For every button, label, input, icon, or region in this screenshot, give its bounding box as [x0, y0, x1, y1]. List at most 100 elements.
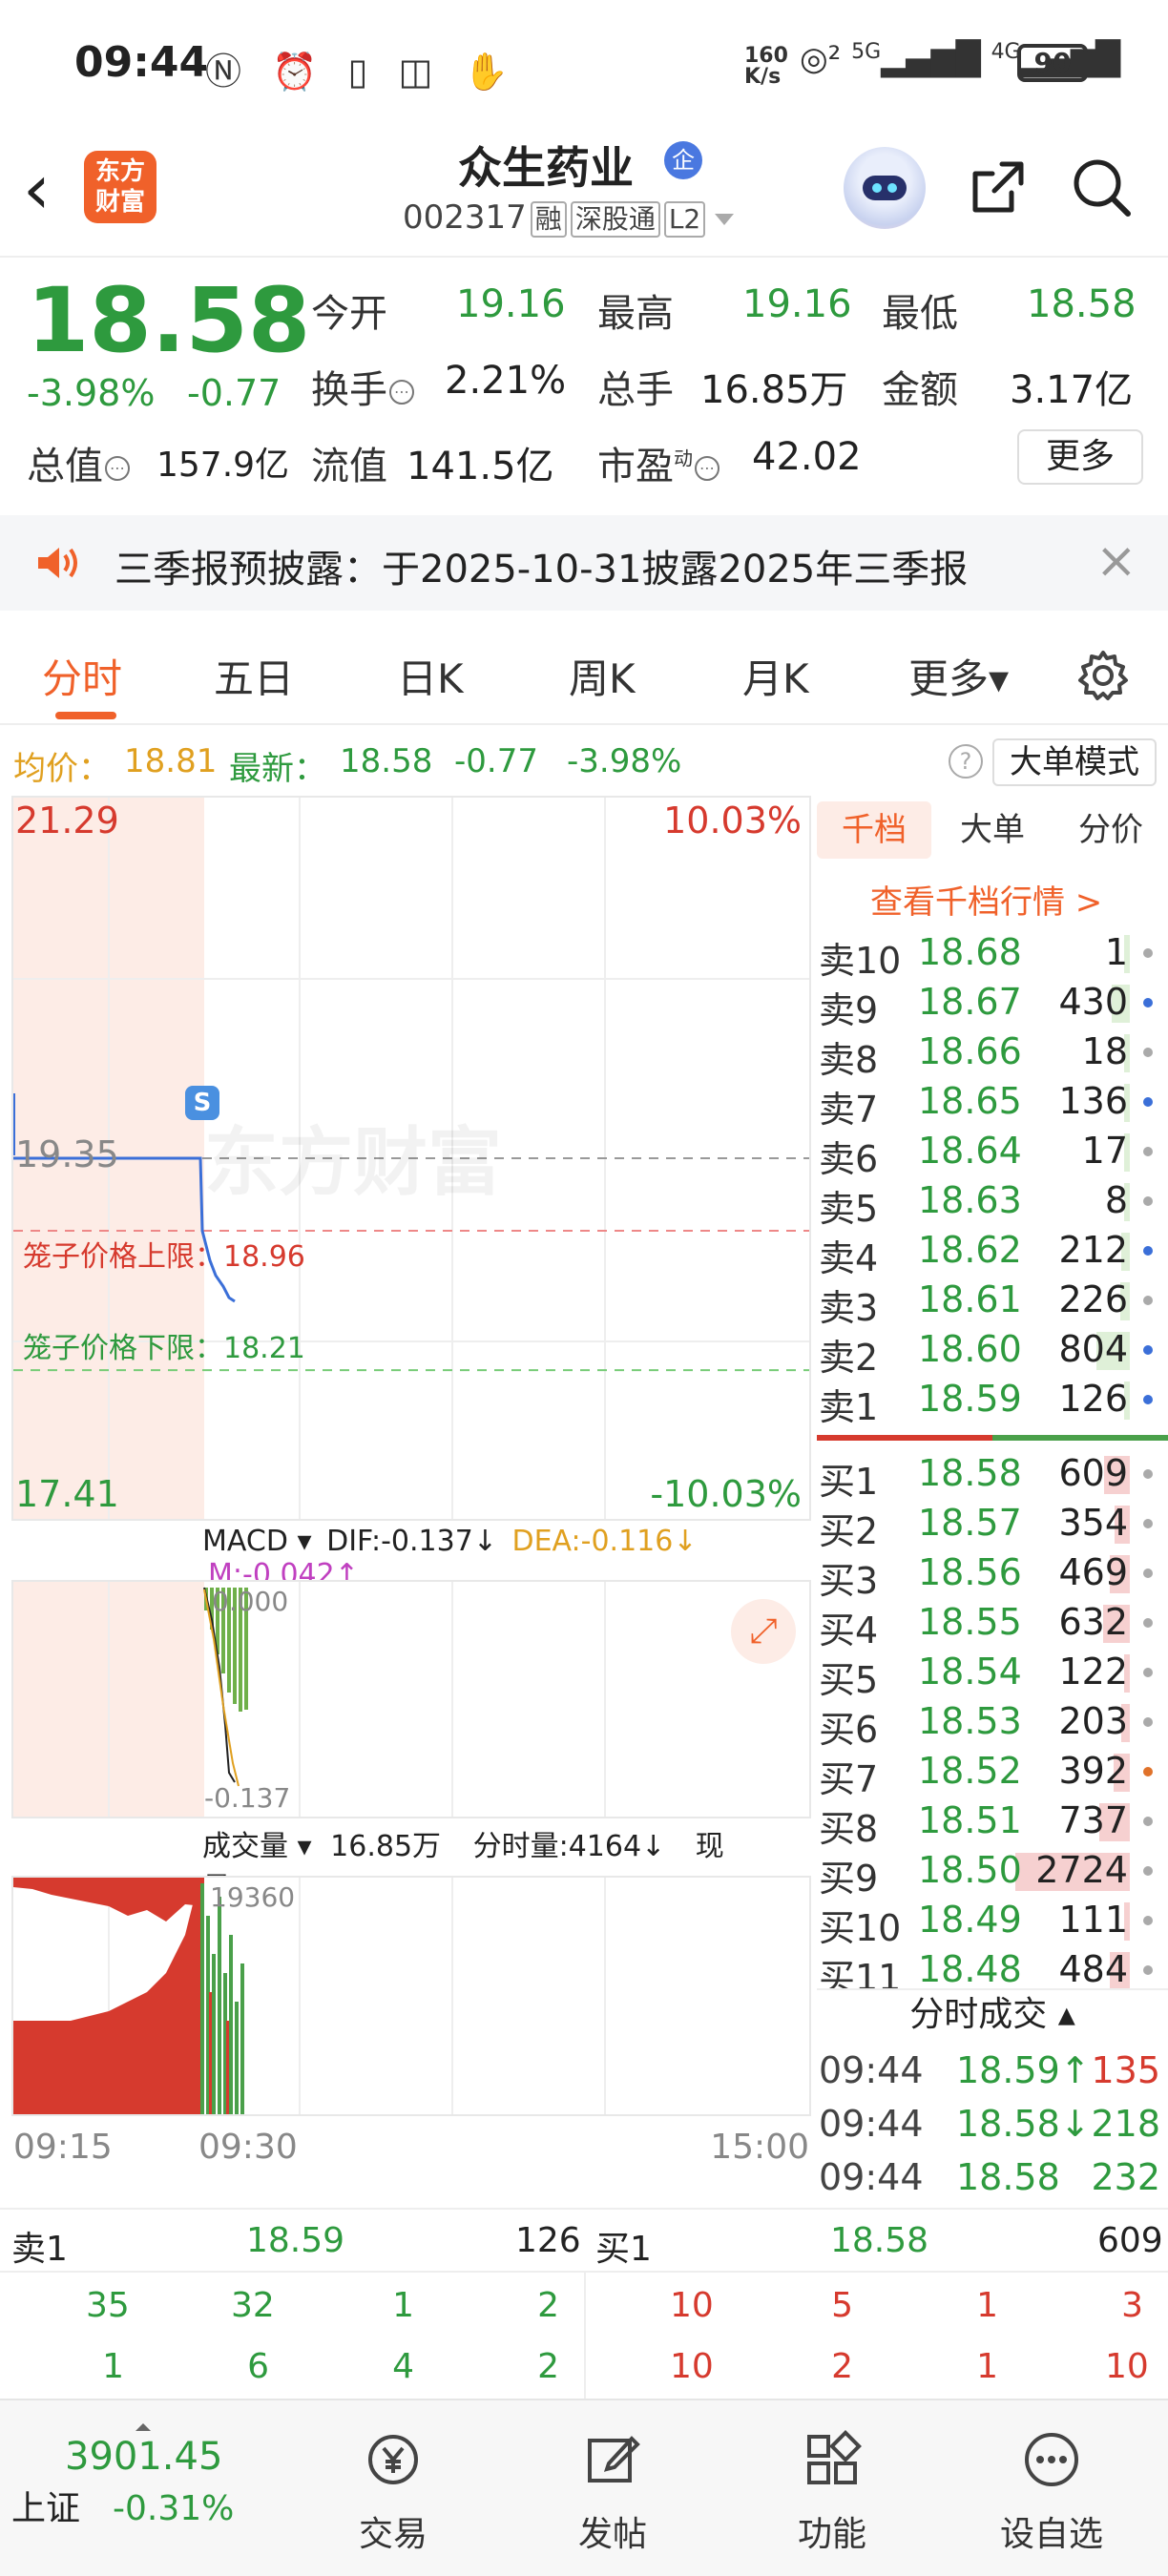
ask-label: 卖9 — [819, 989, 879, 1031]
five-count-cell: 4 — [392, 2347, 414, 2386]
bid-row[interactable]: 买5 18.54 122 — [817, 1647, 1168, 1701]
tab-five-day[interactable]: 五日 — [214, 647, 294, 705]
status-dot — [1143, 1618, 1153, 1628]
tab-price-dist[interactable]: 分价 — [1053, 801, 1168, 859]
ask-price: 18.66 — [918, 1030, 1022, 1072]
big-order-mode-button[interactable]: 大单模式 — [992, 738, 1157, 786]
more-button[interactable]: 更多 — [1017, 429, 1143, 485]
ai-assistant-icon[interactable] — [844, 147, 926, 229]
top-price: 21.29 — [15, 800, 119, 841]
back-button[interactable]: ‹ — [23, 155, 51, 223]
app-logo[interactable]: 东方 财富 — [84, 151, 156, 223]
notice-bar[interactable]: 三季报预披露：于2025-10-31披露2025年三季报 × — [0, 515, 1168, 611]
quote-panel: 18.58 -3.98% -0.77 今开 19.16 最高 19.16 最低 … — [0, 258, 1168, 506]
ask-label: 卖1 — [819, 1386, 879, 1428]
status-dot — [1143, 1147, 1153, 1156]
tag-margin: 融 — [530, 201, 567, 238]
ask-row[interactable]: 卖4 18.62 212 — [817, 1225, 1168, 1279]
nav-trade[interactable]: 交易 — [317, 2429, 469, 2556]
tab-thousand-level[interactable]: 千档 — [817, 801, 931, 859]
status-dot — [1143, 1048, 1153, 1057]
change-amount: -0.77 — [187, 372, 282, 414]
search-icon[interactable] — [1069, 155, 1136, 221]
ask-volume: 226 — [1058, 1278, 1128, 1320]
status-dot — [1143, 1519, 1153, 1528]
marker-s[interactable]: S — [185, 1086, 219, 1120]
nav-functions[interactable]: 功能 — [756, 2429, 908, 2556]
ask-row[interactable]: 卖6 18.64 17 — [817, 1126, 1168, 1180]
view-thousand-link[interactable]: 查看千档行情 > — [870, 876, 1102, 923]
ask-row[interactable]: 卖8 18.66 18 — [817, 1027, 1168, 1081]
status-dot — [1143, 1395, 1153, 1404]
volume-selector[interactable]: 成交量 ▾ — [202, 1830, 312, 1863]
bid-row[interactable]: 买11 18.48 484 — [817, 1944, 1168, 1999]
macd-panel[interactable]: 0.000 -0.137 ⤢ — [11, 1580, 811, 1818]
bid-row[interactable]: 买3 18.56 469 — [817, 1548, 1168, 1602]
tab-big-order[interactable]: 大单 — [935, 801, 1050, 859]
trades-title[interactable]: 分时成交 ▴ — [817, 1988, 1168, 2040]
help-icon[interactable]: ? — [949, 744, 983, 779]
ask-row[interactable]: 卖7 18.65 136 — [817, 1076, 1168, 1131]
close-icon[interactable]: × — [1095, 532, 1137, 590]
five-count-cell: 2 — [537, 2286, 559, 2325]
bid-row[interactable]: 买2 18.57 354 — [817, 1498, 1168, 1552]
time-end: 15:00 — [710, 2128, 809, 2167]
ask-row[interactable]: 卖2 18.60 804 — [817, 1324, 1168, 1379]
tab-weekly-k[interactable]: 周K — [569, 647, 636, 705]
five-count-cell: 32 — [231, 2286, 275, 2325]
ask-row[interactable]: 卖9 18.67 430 — [817, 977, 1168, 1031]
tab-daily-k[interactable]: 日K — [397, 647, 464, 705]
ask-price: 18.65 — [918, 1080, 1022, 1122]
open-value: 19.16 — [456, 282, 566, 326]
bid-row[interactable]: 买4 18.55 632 — [817, 1597, 1168, 1652]
bid-price: 18.50 — [918, 1849, 1022, 1891]
bid-row[interactable]: 买7 18.52 392 — [817, 1746, 1168, 1800]
stock-code-line[interactable]: 002317 融深股通 L2 — [403, 198, 735, 238]
tab-intraday[interactable]: 分时 — [42, 647, 122, 705]
bid-price: 18.57 — [918, 1502, 1022, 1544]
intraday-chart-area[interactable]: 东方财富 S 21.29 10.03% 19.35 笼子价格上限：18.96 笼… — [11, 796, 811, 2198]
tab-monthly-k[interactable]: 月K — [742, 647, 809, 705]
trade-row: 09:44 18.59↑ 135 — [817, 2046, 1168, 2095]
avg-price-line: 均价： 18.81 最新： 18.58 -0.77 -3.98% ? 大单模式 — [0, 733, 1168, 790]
ask-row[interactable]: 卖5 18.63 8 — [817, 1175, 1168, 1230]
status-dot — [1143, 1965, 1153, 1975]
ask-row[interactable]: 卖10 18.68 1 — [817, 927, 1168, 982]
low-value: 18.58 — [1027, 282, 1137, 326]
macd-svg — [13, 1582, 606, 1817]
bid-row[interactable]: 买8 18.51 737 — [817, 1796, 1168, 1850]
trade-volume: 135 — [1091, 2049, 1160, 2091]
bid-row[interactable]: 买1 18.58 609 — [817, 1448, 1168, 1503]
nav-post[interactable]: 发帖 — [536, 2429, 689, 2556]
volume-panel[interactable]: 19360 — [11, 1876, 811, 2116]
bid-label: 买3 — [819, 1560, 879, 1602]
price-panel[interactable]: 东方财富 S 21.29 10.03% 19.35 笼子价格上限：18.96 笼… — [11, 796, 811, 1521]
tag-connect: 深股通 — [570, 201, 660, 238]
bottom-pct: -10.03% — [650, 1473, 802, 1515]
turnover-label: 换手 ⋯ — [311, 359, 414, 414]
status-dot — [1143, 998, 1153, 1008]
gear-icon[interactable] — [1076, 649, 1130, 702]
bid-row[interactable]: 买6 18.53 203 — [817, 1696, 1168, 1751]
info-icon[interactable]: ⋯ — [389, 380, 414, 405]
tab-more[interactable]: 更多▾ — [908, 647, 1009, 705]
ask-row[interactable]: 卖3 18.61 226 — [817, 1275, 1168, 1329]
index-widget[interactable]: 3901.45 上证 -0.31% — [11, 2423, 298, 2530]
share-icon[interactable] — [964, 155, 1031, 221]
macd-selector[interactable]: MACD ▾ — [202, 1525, 312, 1558]
expand-icon[interactable]: ⤢ — [731, 1599, 796, 1664]
info-icon[interactable]: ⋯ — [695, 456, 720, 481]
status-dot — [1143, 1717, 1153, 1727]
trade-row: 09:44 18.58↓ 218 — [817, 2099, 1168, 2149]
nav-add-watchlist[interactable]: 设自选 — [975, 2429, 1128, 2556]
ask-row[interactable]: 卖1 18.59 126 — [817, 1374, 1168, 1428]
ask-price: 18.62 — [918, 1229, 1022, 1271]
info-icon[interactable]: ⋯ — [105, 456, 130, 481]
bid-row[interactable]: 买9 18.50 2724 — [817, 1845, 1168, 1900]
pe-value: 42.02 — [752, 435, 862, 479]
five-count-cell: 6 — [247, 2347, 269, 2386]
status-dot — [1143, 1196, 1153, 1206]
order-book: 千档 大单 分价 查看千档行情 > 卖10 18.68 1 卖9 18.67 430 卖8 1… — [817, 796, 1168, 2198]
ask-price: 18.61 — [918, 1278, 1022, 1320]
bid-row[interactable]: 买10 18.49 111 — [817, 1895, 1168, 1949]
